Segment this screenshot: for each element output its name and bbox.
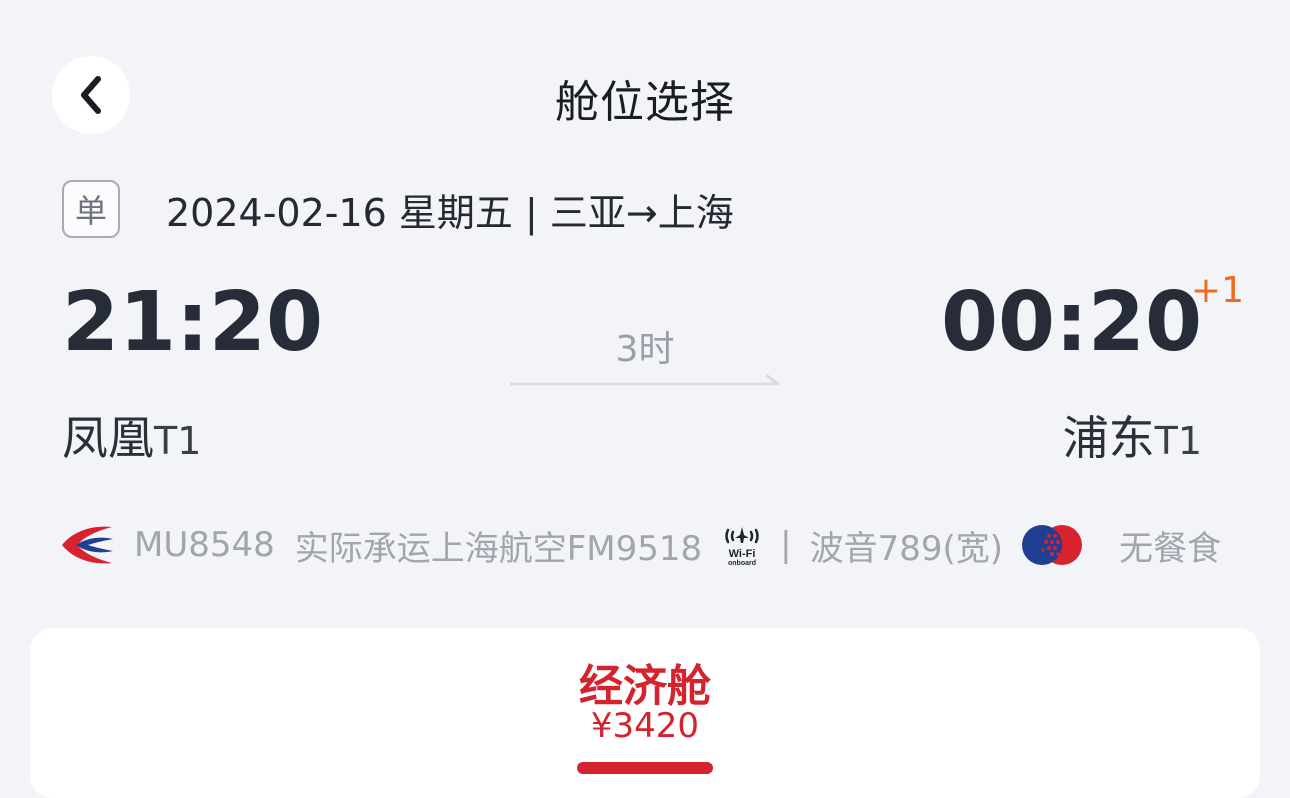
flight-number: MU8548 bbox=[134, 525, 275, 565]
page-title: 舱位选择 bbox=[555, 77, 735, 128]
flight-details: MU8548 实际承运上海航空FM9518 Wi-Fi onboard | 波音… bbox=[60, 520, 1221, 570]
departure-airport-name: 凤凰 bbox=[62, 411, 154, 465]
info-separator: | bbox=[780, 525, 792, 565]
cabin-tab-economy[interactable]: 经济舱 ¥3420 bbox=[30, 628, 1260, 798]
departure-time: 21:20 bbox=[62, 275, 324, 370]
wifi-label: Wi-Fi bbox=[729, 548, 756, 560]
china-eastern-logo bbox=[62, 526, 113, 564]
arrival-day-offset: +1 bbox=[1190, 270, 1244, 311]
flight-duration: 3时 bbox=[615, 329, 675, 370]
duration-arrow-icon bbox=[510, 373, 780, 386]
codeshare-info: 实际承运上海航空FM9518 bbox=[294, 528, 703, 569]
arrival-terminal: T1 bbox=[1154, 419, 1202, 463]
cabin-selected-indicator bbox=[577, 762, 713, 774]
wifi-sublabel: onboard bbox=[728, 560, 756, 567]
trip-summary: 单 2024-02-16 星期五 | 三亚→上海 bbox=[62, 178, 734, 240]
trip-date-route: 2024-02-16 星期五 | 三亚→上海 bbox=[166, 190, 734, 235]
wifi-onboard-icon: Wi-Fi onboard bbox=[725, 527, 759, 567]
arrival-airport-name: 浦东 bbox=[1062, 411, 1155, 465]
aircraft-type: 波音789(宽) bbox=[809, 528, 1004, 569]
meal-info: 无餐食 bbox=[1119, 528, 1222, 569]
cabin-name: 经济舱 bbox=[579, 661, 711, 712]
cabin-price: ¥3420 bbox=[590, 706, 700, 746]
meal-badge-icon bbox=[1022, 525, 1083, 565]
departure-terminal: T1 bbox=[154, 419, 202, 463]
trip-type-badge: 单 bbox=[62, 180, 120, 238]
arrival-airport: 浦东T1 bbox=[1063, 402, 1202, 468]
departure-airport: 凤凰T1 bbox=[62, 402, 201, 468]
arrival-time: 00:20 bbox=[940, 275, 1202, 370]
